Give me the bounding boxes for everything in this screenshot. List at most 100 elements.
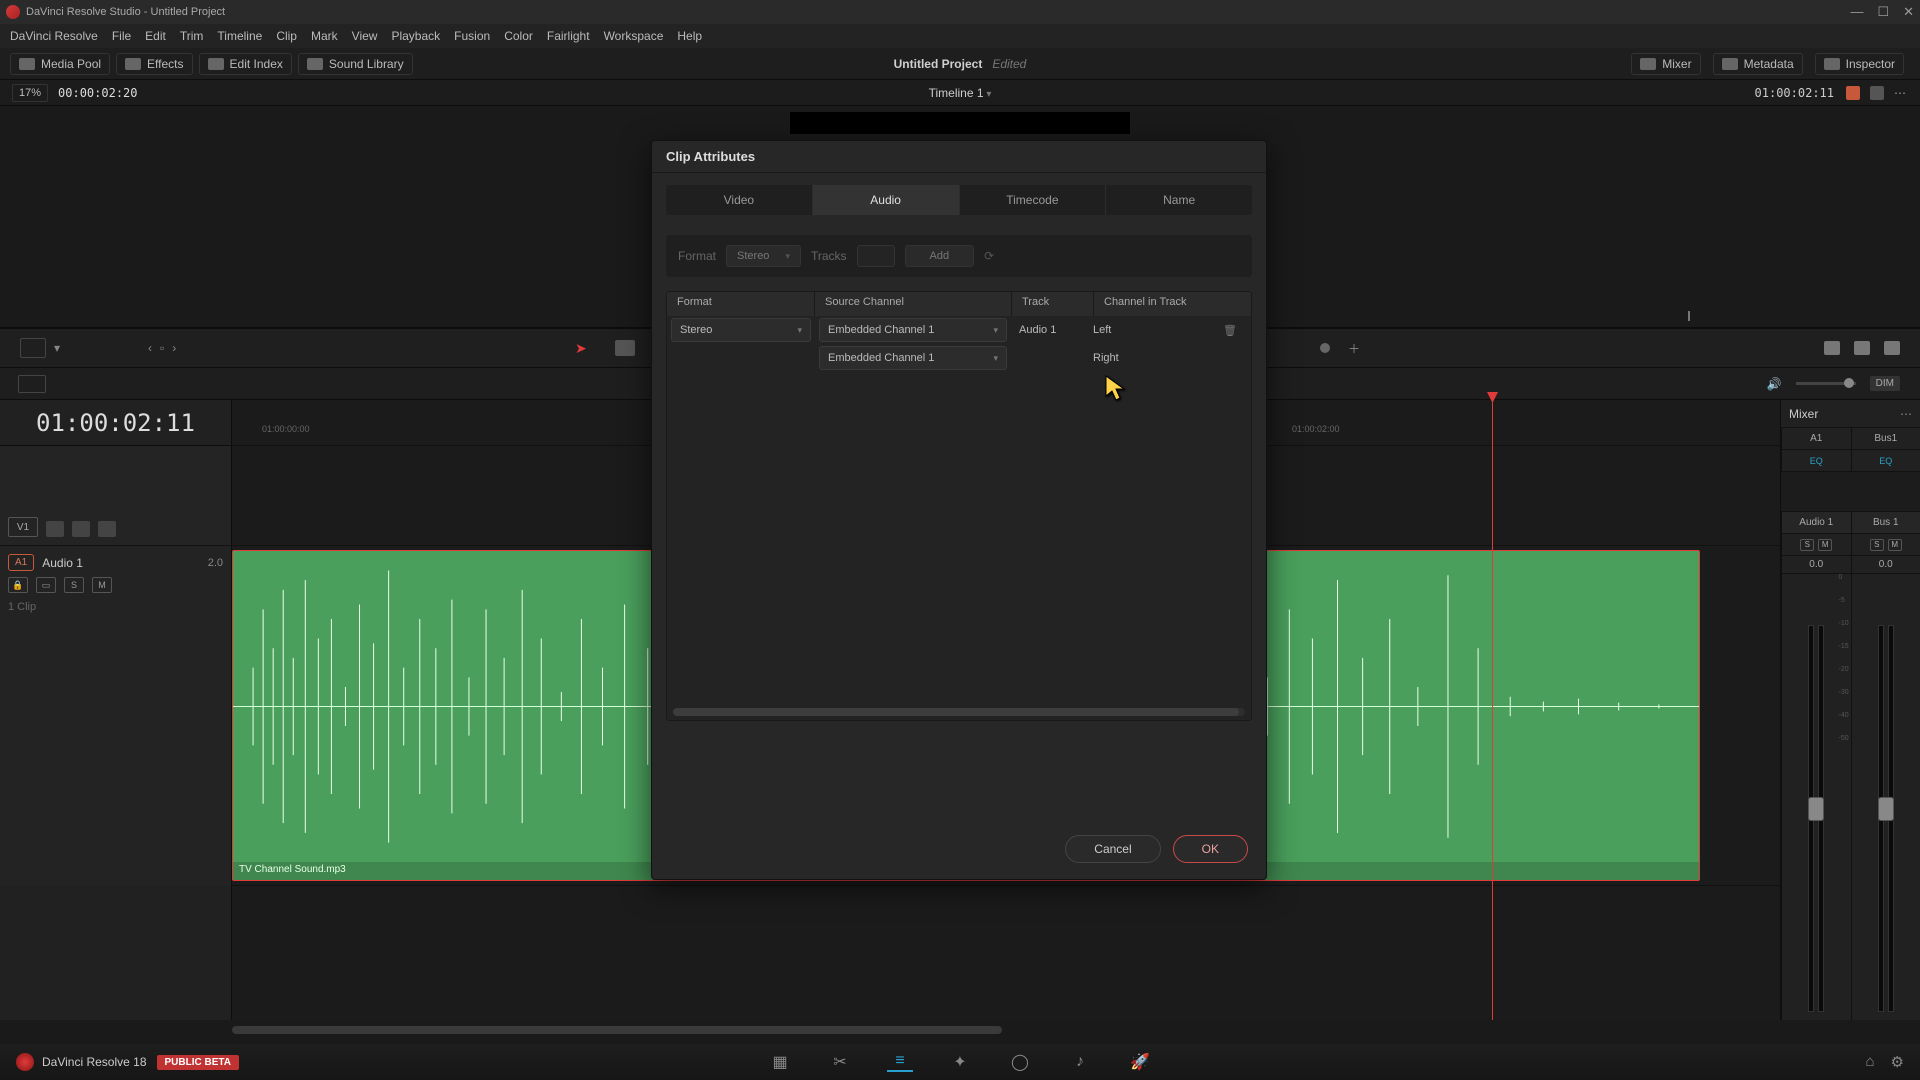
- menu-view[interactable]: View: [352, 29, 378, 43]
- mark-in-icon[interactable]: [1824, 341, 1840, 355]
- ok-button[interactable]: OK: [1173, 835, 1248, 863]
- loop-icon[interactable]: [1846, 86, 1860, 100]
- page-fusion-icon[interactable]: ✦: [947, 1052, 973, 1072]
- solo-bus1[interactable]: S: [1870, 539, 1884, 551]
- timeline-view-icon[interactable]: [18, 375, 46, 393]
- track-frame-icon[interactable]: [98, 521, 116, 537]
- cancel-button[interactable]: Cancel: [1065, 835, 1160, 863]
- mixer-toggle[interactable]: Mixer: [1631, 53, 1700, 75]
- menu-workspace[interactable]: Workspace: [604, 29, 664, 43]
- plus-icon[interactable]: ＋: [1348, 340, 1360, 357]
- eq-a1[interactable]: EQ: [1781, 450, 1851, 471]
- menu-playback[interactable]: Playback: [391, 29, 440, 43]
- jog-bar-marker[interactable]: [1688, 311, 1690, 321]
- table-scrollbar[interactable]: [673, 708, 1245, 716]
- inspector-toggle[interactable]: Inspector: [1815, 53, 1904, 75]
- v1-label[interactable]: V1: [8, 517, 38, 537]
- next-clip-icon[interactable]: ›: [172, 341, 176, 355]
- fader-bus1[interactable]: [1878, 797, 1894, 821]
- format-bar-select[interactable]: Stereo: [726, 245, 801, 267]
- monitor-icon[interactable]: [1870, 86, 1884, 100]
- video-track-header[interactable]: V1: [0, 446, 231, 546]
- delete-row-icon[interactable]: 🗑: [1223, 324, 1237, 337]
- menu-timeline[interactable]: Timeline: [217, 29, 262, 43]
- dim-button[interactable]: DIM: [1870, 376, 1900, 391]
- track-lock-icon[interactable]: 🔒: [8, 577, 28, 593]
- trim-tool-icon[interactable]: [615, 340, 635, 356]
- volume-slider[interactable]: [1796, 382, 1856, 385]
- meter-bus1[interactable]: [1851, 574, 1920, 1020]
- menu-davinci[interactable]: DaVinci Resolve: [10, 29, 98, 43]
- settings-icon[interactable]: ⚙: [1891, 1053, 1904, 1071]
- page-deliver-icon[interactable]: 🚀: [1127, 1052, 1153, 1072]
- media-pool-toggle[interactable]: Media Pool: [10, 53, 110, 75]
- tab-name[interactable]: Name: [1106, 185, 1252, 215]
- menu-fairlight[interactable]: Fairlight: [547, 29, 590, 43]
- volume-icon[interactable]: 🔊: [1767, 377, 1782, 391]
- minimize-button[interactable]: —: [1850, 4, 1863, 20]
- meter-a1[interactable]: 0-5-10-15 -20-30-40-50: [1781, 574, 1851, 1020]
- eq-bus1[interactable]: EQ: [1851, 450, 1920, 471]
- page-color-icon[interactable]: ◯: [1007, 1052, 1033, 1072]
- zoom-select[interactable]: 17%: [12, 84, 48, 102]
- tab-timecode[interactable]: Timecode: [960, 185, 1107, 215]
- prev-clip-icon[interactable]: ‹: [148, 341, 152, 355]
- scrollbar-thumb[interactable]: [232, 1026, 1002, 1034]
- tracks-count-input[interactable]: [857, 245, 895, 267]
- refresh-icon[interactable]: ⟳: [984, 249, 994, 263]
- timeline-select[interactable]: Timeline 1: [929, 86, 992, 100]
- track-enable-icon[interactable]: [72, 521, 90, 537]
- effects-toggle[interactable]: Effects: [116, 53, 192, 75]
- menu-help[interactable]: Help: [677, 29, 702, 43]
- a1-source-badge[interactable]: A1: [8, 554, 34, 571]
- sound-library-toggle[interactable]: Sound Library: [298, 53, 413, 75]
- arrow-tool-icon[interactable]: ➤: [575, 340, 587, 357]
- table-scroll-thumb[interactable]: [673, 708, 1239, 716]
- dot-icon[interactable]: [1320, 343, 1330, 353]
- row-source-select[interactable]: Embedded Channel 1: [819, 318, 1007, 342]
- maximize-button[interactable]: ☐: [1877, 4, 1889, 20]
- timeline-scrollbar[interactable]: [0, 1020, 1920, 1040]
- menu-file[interactable]: File: [112, 29, 131, 43]
- mix-channel-bus1[interactable]: Bus1: [1851, 428, 1920, 449]
- solo-button[interactable]: S: [64, 577, 84, 593]
- menu-edit[interactable]: Edit: [145, 29, 166, 43]
- row-source-select-2[interactable]: Embedded Channel 1: [819, 346, 1007, 370]
- play-icon[interactable]: [1854, 341, 1870, 355]
- bin-view-icon[interactable]: [20, 338, 46, 358]
- add-button[interactable]: Add: [905, 245, 975, 267]
- audio-track-header[interactable]: A1 Audio 1 2.0 🔒 ▭ S M 1 Clip: [0, 546, 231, 886]
- col-format: Format: [667, 292, 815, 316]
- more-icon[interactable]: ⋯: [1894, 86, 1908, 100]
- edit-index-toggle[interactable]: Edit Index: [199, 53, 292, 75]
- playhead[interactable]: [1492, 400, 1493, 1020]
- mixer-more-icon[interactable]: ⋯: [1900, 407, 1912, 421]
- page-cut-icon[interactable]: ✂: [827, 1052, 853, 1072]
- track-auto-icon[interactable]: ▭: [36, 577, 56, 593]
- menu-trim[interactable]: Trim: [180, 29, 204, 43]
- menu-mark[interactable]: Mark: [311, 29, 338, 43]
- page-edit-icon[interactable]: ≡: [887, 1052, 913, 1072]
- mute-button[interactable]: M: [92, 577, 112, 593]
- solo-a1[interactable]: S: [1800, 539, 1814, 551]
- mute-a1[interactable]: M: [1818, 539, 1832, 551]
- tab-video[interactable]: Video: [666, 185, 813, 215]
- close-button[interactable]: ✕: [1903, 4, 1914, 20]
- row-format-select[interactable]: Stereo: [671, 318, 811, 342]
- tab-audio[interactable]: Audio: [813, 185, 960, 215]
- page-media-icon[interactable]: ▦: [767, 1052, 793, 1072]
- chevron-down-icon[interactable]: ▾: [54, 341, 60, 355]
- mark-out-icon[interactable]: [1884, 341, 1900, 355]
- fader-a1[interactable]: [1808, 797, 1824, 821]
- mute-bus1[interactable]: M: [1888, 539, 1902, 551]
- menu-fusion[interactable]: Fusion: [454, 29, 490, 43]
- mix-channel-a1[interactable]: A1: [1781, 428, 1851, 449]
- metadata-toggle[interactable]: Metadata: [1713, 53, 1803, 75]
- menu-clip[interactable]: Clip: [276, 29, 297, 43]
- page-fairlight-icon[interactable]: ♪: [1067, 1052, 1093, 1072]
- dynamics-box[interactable]: [1781, 472, 1920, 512]
- home-icon[interactable]: ⌂: [1865, 1053, 1874, 1071]
- menu-color[interactable]: Color: [504, 29, 533, 43]
- lock-icon[interactable]: [46, 521, 64, 537]
- edit-index-label: Edit Index: [230, 57, 283, 71]
